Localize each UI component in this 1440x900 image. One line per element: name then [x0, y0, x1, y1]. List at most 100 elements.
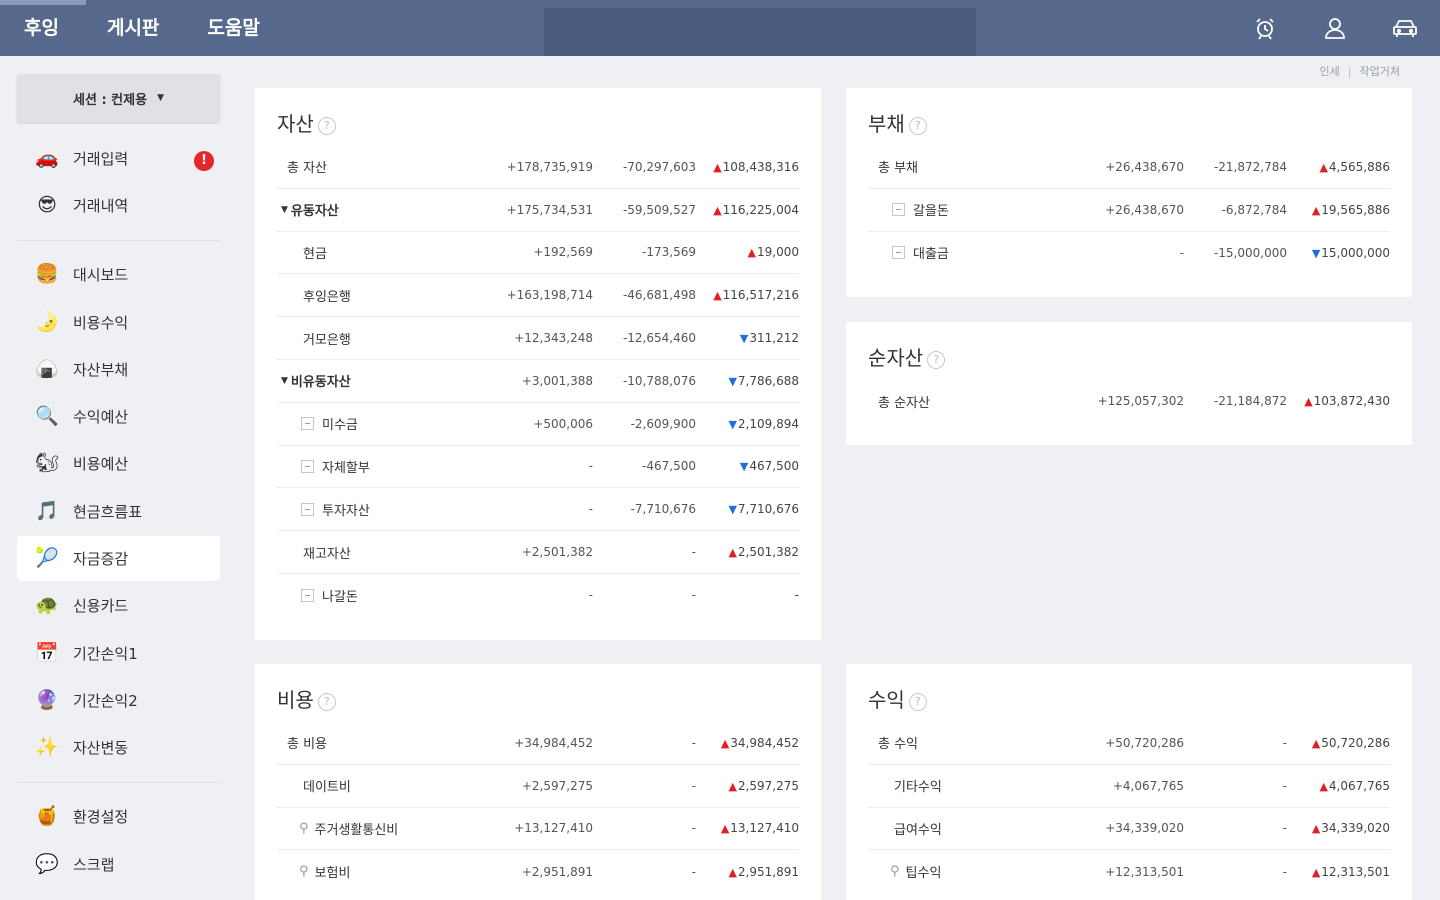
car-icon[interactable]	[1370, 0, 1440, 56]
key-icon[interactable]: ⚲	[890, 864, 900, 879]
down-arrow-icon: ▼	[1311, 246, 1321, 260]
group-row[interactable]: ▼ 비유동자산 +3,001,388 -10,788,076 ▼7,786,688	[277, 360, 799, 403]
sidebar-item-period-pl-2[interactable]: 🔮 기간손익2	[17, 678, 220, 723]
account-row[interactable]: ⚲ 팁수익 +12,313,501- ▲12,313,501	[868, 850, 1390, 893]
sidebar-item-asset-change[interactable]: ✨ 자산변동	[17, 725, 220, 770]
account-row[interactable]: 대출금 - -15,000,000 ▼15,000,000	[868, 232, 1390, 275]
sidebar-item-fund-change[interactable]: 🎾 자금증감	[17, 536, 220, 582]
increase-amount: +175,734,531	[506, 202, 593, 217]
card-title-text: 자산	[277, 112, 314, 136]
net-change-cell: ▲4,067,765	[1287, 779, 1390, 793]
expand-box-icon[interactable]	[301, 588, 314, 602]
total-row[interactable]: 총 자산 +178,735,919 -70,297,603 ▲108,438,316	[277, 146, 799, 189]
sidebar-item-expense-budget[interactable]: 🐿 비용예산	[17, 441, 220, 486]
account-row[interactable]: 미수금 +500,006 -2,609,900 ▼2,109,894	[277, 403, 799, 446]
expenses-table: 총 비용 +34,984,452- ▲34,984,452 데이트비 +2,597,27…	[277, 722, 799, 893]
net-change-cell: ▲2,597,275	[696, 779, 799, 793]
increase-amount: +12,343,248	[514, 331, 593, 346]
sidebar-item-assets-liabilities[interactable]: 🍙 자산부채	[17, 347, 220, 392]
sidebar-item-transaction-input[interactable]: 🚗 거래입력 !	[17, 136, 220, 181]
sidebar-item-label: 기간손익2	[73, 691, 138, 710]
decrease-amount: -	[691, 778, 696, 793]
sidebar-item-label: 기간손익1	[73, 644, 138, 663]
sidebar-item-income-budget[interactable]: 🔍 수익예산	[17, 394, 220, 439]
account-row[interactable]: 거모은행 +12,343,248 -12,654,460 ▼311,212	[277, 317, 799, 360]
help-icon[interactable]: ?	[317, 692, 336, 711]
key-icon[interactable]: ⚲	[299, 864, 309, 879]
sidebar-item-settings[interactable]: 🍯 환경설정	[17, 794, 220, 839]
account-row[interactable]: 데이트비 +2,597,275- ▲2,597,275	[277, 765, 799, 808]
net-change-cell: ▼467,500	[696, 459, 799, 473]
sidebar-item-credit-card[interactable]: 🐢 신용카드	[17, 583, 220, 628]
help-icon[interactable]: ?	[908, 692, 927, 711]
account-name: 팁수익	[905, 866, 942, 882]
sunglasses-face-icon: 😎	[37, 194, 57, 217]
account-row[interactable]: 자체할부 - -467,500 ▼467,500	[277, 446, 799, 489]
sidebar-item-dashboard[interactable]: 🍔 대시보드	[17, 252, 220, 297]
rice-ball-icon: 🍙	[35, 357, 59, 380]
session-selector-button[interactable]: 세션 : 컨제용 ▼	[17, 74, 220, 122]
decrease-amount: -	[691, 821, 696, 836]
sidebar-item-transaction-history[interactable]: 😎 거래내역	[17, 183, 220, 228]
account-row[interactable]: 재고자산 +2,501,382- ▲2,501,382	[277, 531, 799, 574]
sidebar-item-period-pl-1[interactable]: 📅 기간손익1	[17, 631, 220, 676]
expand-box-icon[interactable]	[892, 246, 905, 260]
net-change-amount: 34,984,452	[730, 735, 799, 750]
net-change-cell: ▲34,984,452	[696, 736, 799, 750]
account-name: 보험비	[314, 866, 351, 882]
account-name: 자체할부	[322, 460, 370, 476]
breadcrumb-item[interactable]: 작업거쳐	[1360, 65, 1400, 78]
net-change-cell: ▲12,313,501	[1287, 865, 1390, 879]
account-row[interactable]: 기타수익 +4,067,765- ▲4,067,765	[868, 765, 1390, 808]
account-row[interactable]: 후잉은행 +163,198,714 -46,681,498 ▲116,517,216	[277, 274, 799, 318]
account-row[interactable]: 갈을돈 +26,438,670 -6,872,784 ▲19,565,886	[868, 189, 1390, 232]
collapse-triangle-icon[interactable]: ▼	[281, 376, 288, 386]
expand-box-icon[interactable]	[892, 203, 905, 217]
search-area[interactable]	[544, 8, 976, 56]
nav-item-help[interactable]: 도움말	[183, 0, 283, 56]
collapse-triangle-icon[interactable]: ▼	[281, 205, 288, 215]
breadcrumb: 인세 | 작업거쳐	[1320, 63, 1400, 79]
account-name-cell: 자체할부	[277, 457, 490, 476]
total-row[interactable]: 총 수익 +50,720,286- ▲50,720,286	[868, 722, 1390, 765]
account-row[interactable]: ⚲ 보험비 +2,951,891- ▲2,951,891	[277, 850, 799, 893]
user-icon[interactable]	[1300, 0, 1370, 56]
top-nav-menu: 후잉 게시판 도움말	[0, 0, 284, 56]
account-row[interactable]: 급여수익 +34,339,020- ▲34,339,020	[868, 808, 1390, 851]
total-row[interactable]: 총 부채 +26,438,670 -21,872,784 ▲4,565,886	[868, 146, 1390, 189]
net-change-cell: ▲116,225,004	[696, 203, 799, 217]
expand-box-icon[interactable]	[301, 417, 314, 431]
breadcrumb-item[interactable]: 인세	[1320, 65, 1340, 78]
total-row[interactable]: 총 비용 +34,984,452- ▲34,984,452	[277, 722, 799, 765]
account-row[interactable]: 나갈돈 - - -	[277, 574, 799, 617]
total-row[interactable]: 총 순자산 +125,057,302 -21,184,872 ▲103,872,430	[868, 380, 1390, 423]
net-change-amount: -	[794, 588, 799, 603]
net-change-amount: 108,438,316	[722, 159, 799, 174]
sidebar-item-expense-income[interactable]: 🌛 비용수익	[17, 300, 220, 345]
help-icon[interactable]: ?	[927, 350, 946, 369]
expand-box-icon[interactable]	[301, 459, 314, 473]
account-row[interactable]: ⚲ 주거생활통신비 +13,127,410- ▲13,127,410	[277, 808, 799, 851]
car-icon: 🚗	[35, 147, 59, 169]
account-name-cell: 나갈돈	[277, 586, 490, 605]
nav-item-board[interactable]: 게시판	[83, 0, 183, 56]
key-icon[interactable]: ⚲	[299, 821, 309, 836]
up-arrow-icon: ▲	[747, 246, 756, 260]
down-arrow-icon: ▼	[728, 503, 737, 517]
sidebar-divider	[17, 240, 220, 242]
account-row[interactable]: 투자자산 - -7,710,676 ▼7,710,676	[277, 488, 799, 532]
alarm-icon[interactable]	[1230, 0, 1300, 56]
sidebar-item-cash-flow[interactable]: 🎵 현금흐름표	[17, 489, 220, 534]
sidebar-item-scrap[interactable]: 💬 스크랩	[17, 842, 220, 887]
account-row[interactable]: 현금 +192,569 -173,569 ▲19,000	[277, 232, 799, 275]
expand-box-icon[interactable]	[301, 502, 314, 516]
nav-item-home[interactable]: 후잉	[0, 0, 83, 56]
account-name: 거모은행	[303, 332, 351, 348]
sidebar-divider	[17, 782, 220, 784]
liabilities-card: 부채? 총 부채 +26,438,670 -21,872,784 ▲4,565,886…	[846, 88, 1412, 297]
group-row[interactable]: ▼ 유동자산 +175,734,531 -59,509,527 ▲116,225,004	[277, 189, 799, 232]
account-name-cell: ⚲ 보험비	[277, 862, 490, 881]
account-name-cell: ⚲ 팁수익	[868, 862, 1081, 881]
help-icon[interactable]: ?	[317, 116, 336, 135]
help-icon[interactable]: ?	[908, 116, 927, 135]
